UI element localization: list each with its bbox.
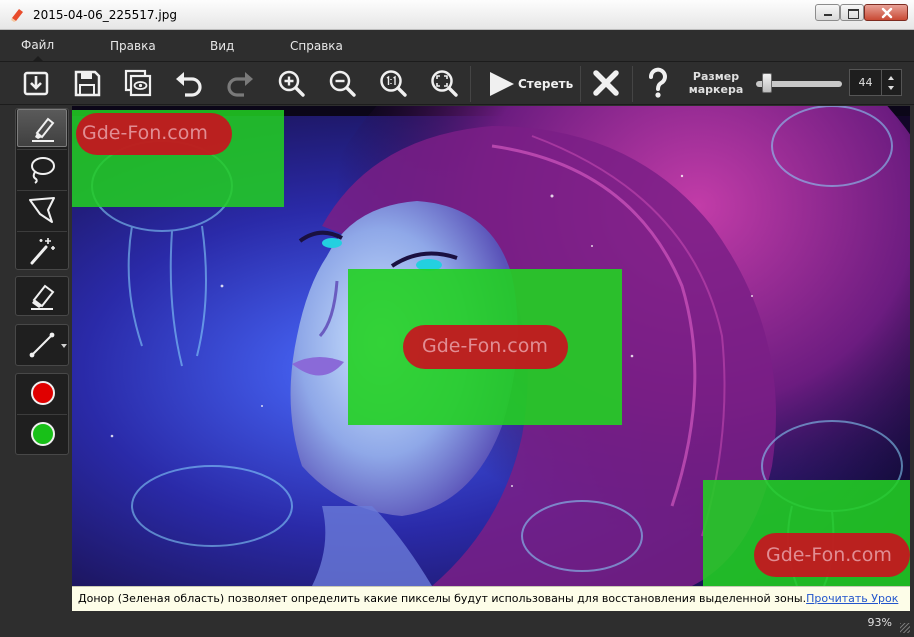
status-bar: 93% [0, 611, 914, 637]
close-button[interactable] [864, 4, 908, 21]
redo-icon [227, 72, 253, 97]
preview-icon [124, 69, 152, 97]
erase-button[interactable]: Стереть [480, 66, 578, 102]
marker-size-label: Размер маркера [684, 70, 748, 96]
marker-size-slider-thumb[interactable] [761, 73, 772, 93]
menu-help[interactable]: Справка [290, 39, 343, 53]
toolbar: Стереть Размер маркера 44 [0, 61, 914, 105]
preview-button[interactable] [120, 65, 156, 101]
clear-selection-button[interactable] [588, 65, 624, 101]
magic-wand-icon [30, 238, 55, 265]
toolbar-separator [632, 66, 633, 102]
resize-grip[interactable] [900, 623, 910, 633]
hint-bar: Донор (Зеленая область) позволяет опреде… [72, 586, 910, 611]
menu-file[interactable]: Файл [21, 38, 54, 52]
marker-icon [32, 117, 55, 142]
spin-down-icon[interactable] [888, 86, 894, 90]
lasso-tool[interactable] [17, 150, 67, 188]
zoom-in-icon [278, 70, 305, 97]
zoom-level: 93% [867, 616, 892, 629]
maximize-button[interactable] [840, 4, 864, 21]
lasso-icon [31, 157, 55, 184]
marker-size-label-line1: Размер [692, 70, 740, 83]
save-icon [74, 70, 101, 97]
red-marker-color[interactable] [17, 374, 67, 412]
minimize-button[interactable] [815, 4, 840, 21]
fit-to-window-button[interactable] [426, 65, 462, 101]
app-eraser-icon [11, 9, 23, 22]
question-mark-icon [649, 67, 667, 98]
green-donor-color[interactable] [17, 415, 67, 453]
open-file-icon [23, 71, 49, 96]
eraser-icon [31, 284, 55, 310]
window-title: 2015-04-06_225517.jpg [33, 8, 177, 22]
redo-button[interactable] [222, 65, 258, 101]
menu-view[interactable]: Вид [210, 39, 234, 53]
zoom-out-button[interactable] [324, 65, 360, 101]
erase-button-label: Стереть [518, 77, 574, 91]
menu-edit[interactable]: Правка [110, 39, 156, 53]
polygon-lasso-tool[interactable] [17, 191, 67, 229]
spin-up-icon[interactable] [888, 76, 894, 80]
title-bar: 2015-04-06_225517.jpg [0, 0, 914, 30]
toolbar-separator [470, 66, 471, 102]
close-icon [881, 7, 893, 19]
cross-icon [593, 70, 619, 96]
save-button[interactable] [69, 65, 105, 101]
hint-text: Донор (Зеленая область) позволяет опреде… [78, 592, 807, 605]
toolbar-separator [580, 66, 581, 102]
dropdown-arrow-icon[interactable] [61, 343, 67, 349]
app-window: 2015-04-06_225517.jpg Файл Правка Вид Сп… [0, 0, 914, 637]
tool-panel [0, 106, 72, 611]
red-color-swatch [31, 381, 55, 405]
watermark-text: Gde-Fon.com [82, 122, 208, 144]
actual-size-button[interactable] [375, 65, 411, 101]
watermark-text: Gde-Fon.com [766, 544, 892, 566]
undo-button[interactable] [171, 65, 207, 101]
line-tool[interactable] [17, 326, 67, 364]
marker-size-input[interactable]: 44 [849, 69, 882, 96]
zoom-actual-size-icon [380, 70, 407, 97]
eraser-tool[interactable] [17, 277, 67, 315]
menu-bar: Файл Правка Вид Справка [0, 31, 914, 61]
help-button[interactable] [640, 65, 676, 101]
read-lesson-link[interactable]: Прочитать Урок [806, 592, 898, 605]
zoom-out-icon [329, 70, 356, 97]
green-color-swatch [31, 422, 55, 446]
play-icon [490, 72, 514, 96]
open-button[interactable] [18, 65, 54, 101]
polygon-lasso-icon [29, 197, 55, 223]
zoom-fit-icon [431, 70, 458, 97]
zoom-in-button[interactable] [273, 65, 309, 101]
marker-size-spinner[interactable] [882, 69, 902, 96]
image-canvas[interactable]: Gde-Fon.com Gde-Fon.com Gde-Fon.com [72, 106, 910, 586]
undo-icon [176, 72, 202, 97]
eraser-tool-group [15, 276, 69, 316]
selection-tools-group [15, 108, 69, 270]
line-tool-group [15, 324, 69, 366]
watermark-text: Gde-Fon.com [422, 335, 548, 357]
marker-tool[interactable] [17, 109, 67, 147]
marker-size-label-line2: маркера [688, 83, 744, 96]
line-icon [29, 332, 55, 358]
color-tools-group [15, 373, 69, 455]
magic-wand-tool[interactable] [17, 232, 67, 270]
